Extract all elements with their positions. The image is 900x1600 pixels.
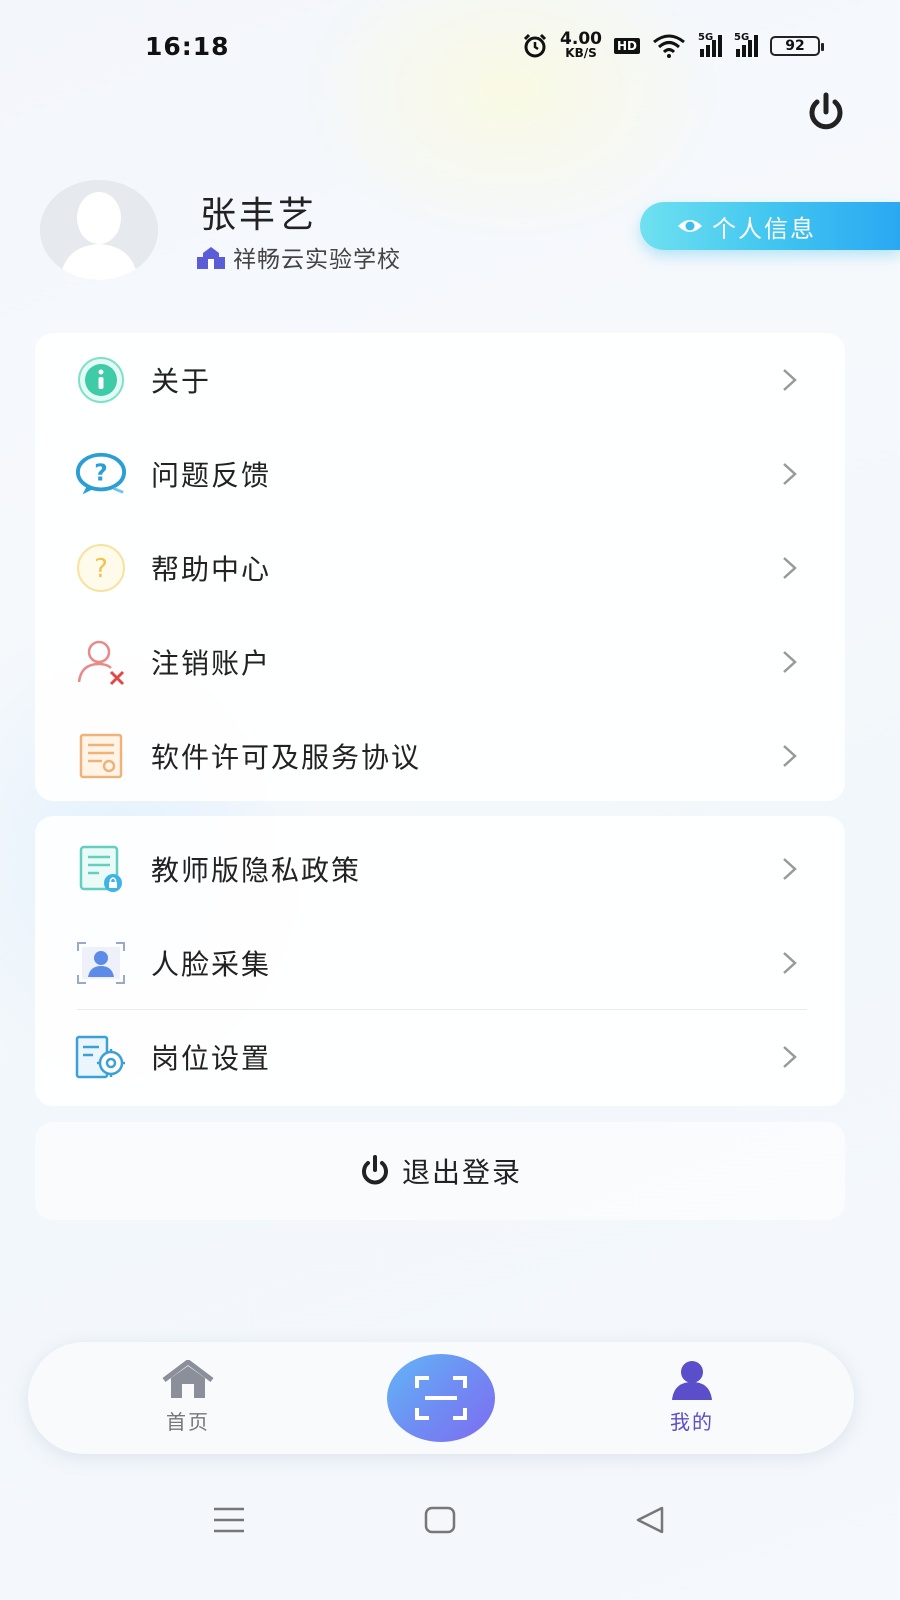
help-icon: ? — [75, 542, 127, 594]
nav-home-label: 首页 — [166, 1410, 210, 1434]
sim2-network-type: 5G — [734, 31, 750, 43]
signal-sim2-icon: 5G — [734, 31, 758, 57]
default-avatar-icon — [40, 180, 158, 280]
nav-mine-label: 我的 — [670, 1410, 714, 1434]
avatar[interactable] — [40, 180, 158, 280]
menu-item-privacy-policy[interactable]: 教师版隐私政策 — [35, 822, 845, 916]
face-capture-icon — [75, 937, 127, 989]
svg-text:?: ? — [94, 461, 107, 487]
user-name: 张丰艺 — [200, 195, 318, 236]
info-icon — [75, 354, 127, 406]
personal-info-label: 个人信息 — [712, 214, 816, 243]
sim1-network-type: 5G — [698, 31, 714, 43]
user-icon — [672, 1361, 712, 1400]
menu-item-face-capture[interactable]: 人脸采集 — [35, 916, 845, 1010]
chevron-right-icon — [783, 463, 797, 485]
chevron-right-icon — [783, 369, 797, 391]
alarm-icon — [523, 33, 547, 57]
menu-icon[interactable] — [212, 1505, 246, 1535]
position-settings-icon — [75, 1031, 127, 1083]
menu-item-label: 教师版隐私政策 — [151, 854, 362, 887]
status-icons: 4.00 KB/S HD 5G 5G 92 — [522, 29, 824, 60]
menu-item-label: 帮助中心 — [151, 553, 272, 586]
menu-card-teacher: 教师版隐私政策 人脸采集 岗位设置 — [35, 816, 845, 1106]
menu-item-help-center[interactable]: ? 帮助中心 — [35, 521, 845, 615]
chevron-right-icon — [783, 1046, 797, 1068]
wifi-icon — [653, 34, 685, 58]
remove-user-icon — [75, 636, 127, 688]
menu-item-about[interactable]: 关于 — [35, 333, 845, 427]
system-navigation-bar — [0, 1505, 900, 1545]
menu-item-label: 人脸采集 — [151, 948, 272, 981]
chevron-right-icon — [783, 745, 797, 767]
menu-item-position-settings[interactable]: 岗位设置 — [35, 1010, 845, 1104]
status-bar: 16:18 4.00 KB/S HD 5G 5G 92 — [0, 28, 900, 68]
school-name: 祥畅云实验学校 — [233, 247, 401, 273]
nav-mine[interactable]: 我的 — [632, 1360, 752, 1435]
chevron-right-icon — [783, 651, 797, 673]
power-icon — [809, 92, 843, 130]
network-speed-unit: KB/S — [565, 46, 597, 60]
menu-item-label: 关于 — [151, 365, 212, 398]
svg-text:?: ? — [94, 554, 108, 584]
chevron-right-icon — [783, 952, 797, 974]
chevron-right-icon — [783, 557, 797, 579]
menu-item-label: 注销账户 — [151, 647, 272, 680]
privacy-document-icon — [75, 843, 127, 895]
power-icon — [362, 1155, 388, 1185]
home-icon — [162, 1360, 214, 1398]
menu-item-label: 岗位设置 — [151, 1042, 272, 1075]
menu-item-software-license[interactable]: 软件许可及服务协议 — [35, 709, 845, 803]
scan-icon — [415, 1376, 467, 1420]
network-speed: 4.00 KB/S — [560, 29, 602, 60]
menu-card-general: 关于 ? 问题反馈 ? 帮助中心 注销账户 软件许可及服务协议 — [35, 333, 845, 801]
school-row: 祥畅云实验学校 — [197, 240, 401, 274]
menu-item-label: 软件许可及服务协议 — [151, 741, 422, 774]
signal-sim1-icon: 5G — [698, 31, 722, 57]
menu-item-cancel-account[interactable]: 注销账户 — [35, 615, 845, 709]
menu-item-feedback[interactable]: ? 问题反馈 — [35, 427, 845, 521]
battery-indicator: 92 — [770, 35, 824, 56]
menu-item-label: 问题反馈 — [151, 459, 272, 492]
power-button[interactable] — [804, 90, 848, 134]
chevron-right-icon — [783, 858, 797, 880]
hd-voice-badge: HD — [613, 37, 640, 54]
network-speed-value: 4.00 — [560, 29, 602, 49]
scan-button[interactable] — [387, 1354, 495, 1442]
logout-label: 退出登录 — [401, 1156, 522, 1189]
school-icon — [197, 247, 225, 269]
feedback-icon: ? — [75, 448, 127, 500]
home-square-icon[interactable] — [424, 1505, 456, 1535]
status-time: 16:18 — [145, 32, 230, 61]
logout-button[interactable]: 退出登录 — [35, 1122, 845, 1220]
license-document-icon — [75, 730, 127, 782]
eye-icon — [678, 220, 702, 232]
bottom-nav: 首页 我的 — [28, 1342, 854, 1454]
back-triangle-icon[interactable] — [634, 1505, 666, 1535]
personal-info-button[interactable]: 个人信息 — [640, 202, 900, 250]
nav-home[interactable]: 首页 — [128, 1360, 248, 1435]
